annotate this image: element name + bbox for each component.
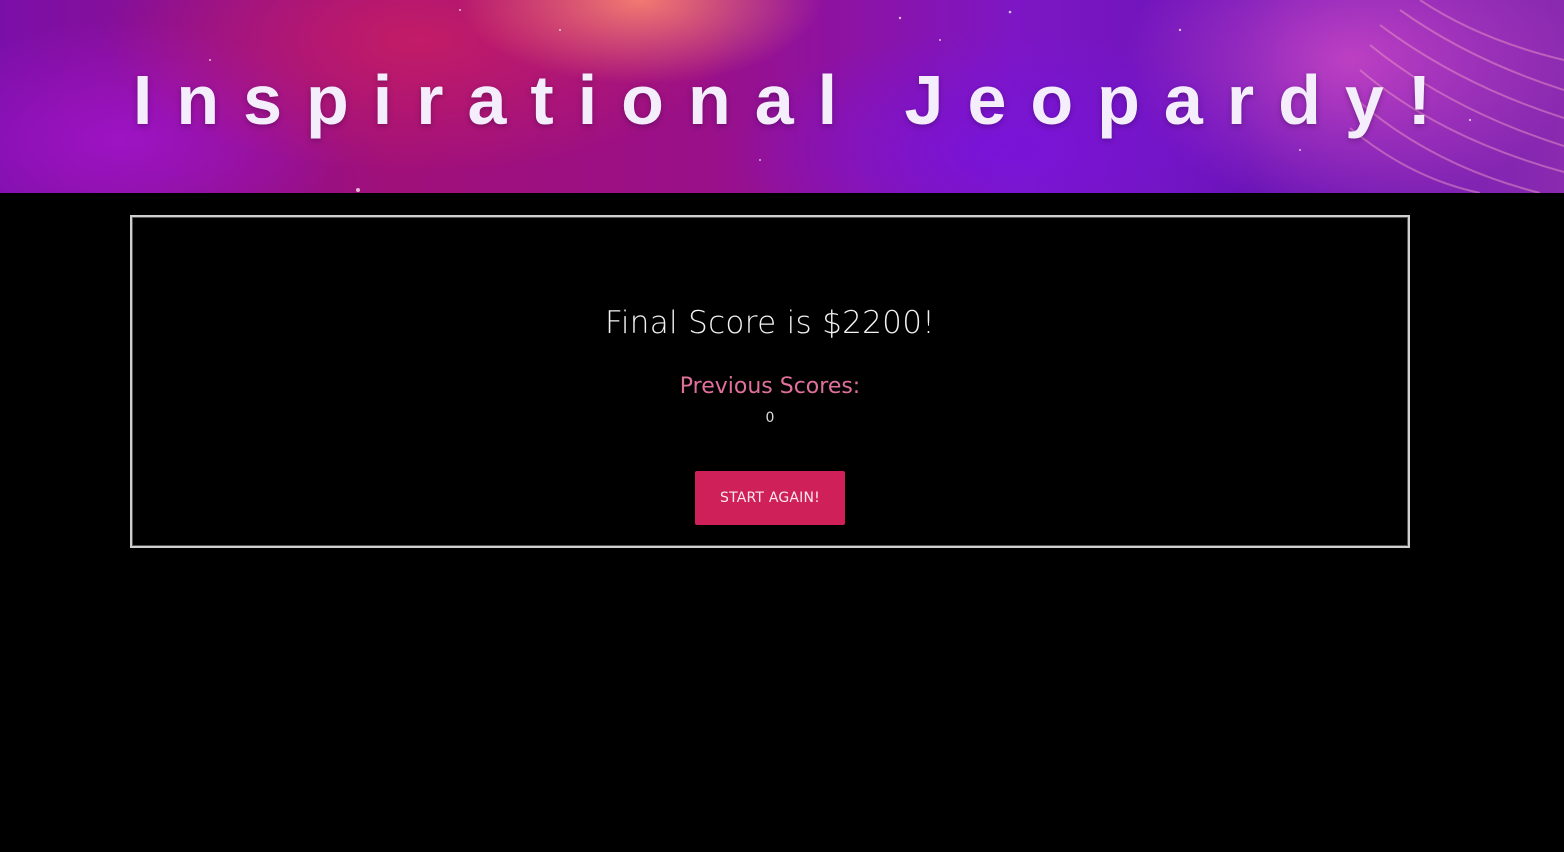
start-again-button[interactable]: START AGAIN! [695, 471, 845, 525]
page-title: Inspirational Jeopardy! [132, 61, 1456, 139]
previous-score-item: 0 [765, 410, 775, 426]
previous-scores-list: 0 [132, 408, 1408, 428]
previous-scores-label: Previous Scores: [679, 374, 861, 399]
hero-banner: Inspirational Jeopardy! [0, 0, 1564, 193]
final-score-panel: Final Score is $2200! Previous Scores: 0… [130, 215, 1410, 548]
final-score-text: Final Score is $2200! [605, 305, 935, 341]
